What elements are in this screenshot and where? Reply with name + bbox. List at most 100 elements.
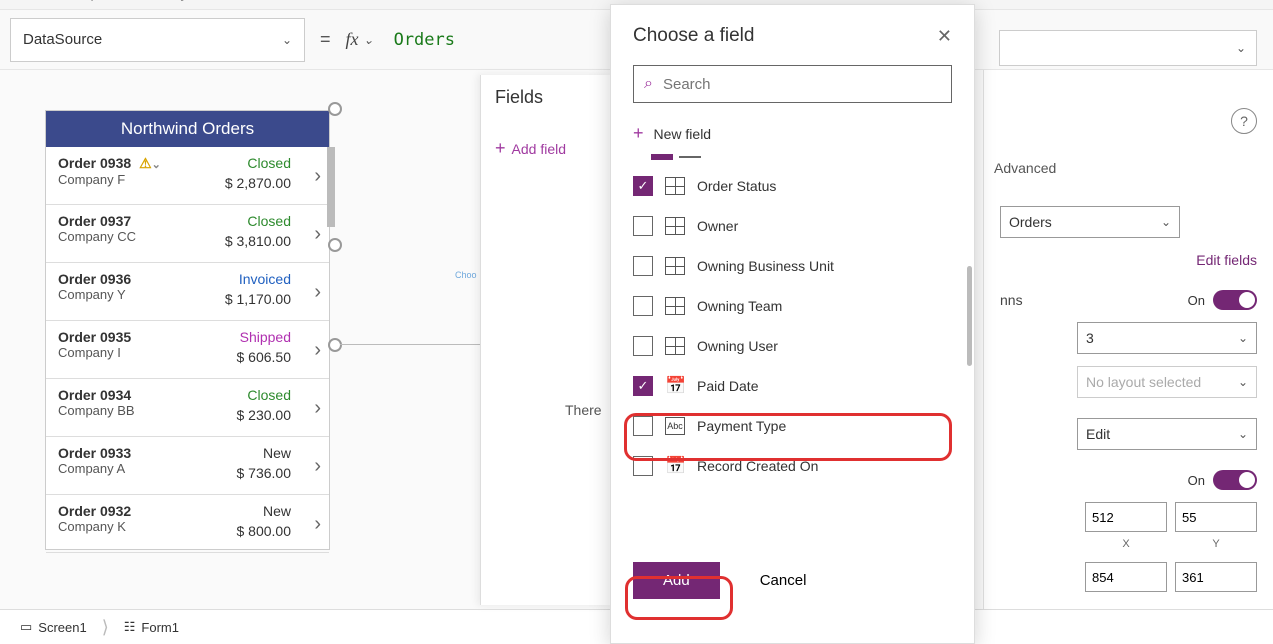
x-input[interactable] — [1085, 502, 1167, 532]
field-item[interactable]: ✓📅Paid Date — [633, 366, 964, 406]
edit-fields-link[interactable]: Edit fields — [984, 244, 1273, 276]
field-group-header — [611, 152, 974, 166]
plus-icon: + — [633, 123, 644, 144]
field-item[interactable]: AbcPayment Type — [633, 406, 964, 446]
datasource-select[interactable]: Orders ⌄ — [1000, 206, 1180, 238]
chevron-right-icon[interactable]: › — [314, 339, 321, 362]
x-label: X — [1085, 538, 1167, 550]
visible-toggle[interactable] — [1213, 470, 1257, 490]
order-row[interactable]: Order 0937Company CCClosed$ 3,810.00› — [46, 205, 329, 263]
field-type-icon: Abc — [665, 417, 685, 435]
breadcrumb-screen[interactable]: ▭ Screen1 — [10, 619, 97, 635]
order-row[interactable]: Order 0933Company ANew$ 736.00› — [46, 437, 329, 495]
order-amount: $ 230.00 — [237, 407, 292, 423]
ribbon-gallery[interactable]: Gallery ˅ — [143, 0, 201, 1]
choose-field-popup: Choose a field ✕ ⌕ + New field ✓ Order St… — [610, 4, 975, 644]
order-status: Closed — [247, 213, 291, 229]
snap-toggle[interactable] — [1213, 290, 1257, 310]
ribbon-text[interactable]: Text ˅ — [20, 0, 59, 1]
field-checkbox[interactable] — [633, 296, 653, 316]
fields-title: Fields — [495, 87, 596, 108]
chevron-right-icon[interactable]: › — [314, 223, 321, 246]
field-item[interactable]: Owning User — [633, 326, 964, 366]
scrollbar-thumb[interactable] — [967, 266, 972, 366]
columns-select[interactable]: 3 ⌄ — [1077, 322, 1257, 354]
close-icon[interactable]: ✕ — [937, 26, 952, 47]
field-checkbox[interactable] — [633, 256, 653, 276]
control-selector[interactable]: ⌄ — [999, 30, 1257, 66]
property-selector[interactable]: DataSource ⌄ — [10, 18, 305, 62]
chevron-right-icon[interactable]: › — [314, 165, 321, 188]
mode-select[interactable]: Edit ⌄ — [1077, 418, 1257, 450]
warning-icon: ⚠ — [139, 155, 152, 171]
field-type-icon — [665, 217, 685, 235]
fx-icon[interactable]: fx ⌄ — [346, 29, 374, 50]
new-field-button[interactable]: + New field — [611, 115, 974, 152]
search-input[interactable] — [663, 76, 941, 93]
order-row[interactable]: Order 0932Company KNew$ 800.00› — [46, 495, 329, 553]
selection-handle[interactable] — [328, 102, 342, 116]
add-field-button[interactable]: + Add field — [495, 138, 596, 159]
field-checkbox[interactable] — [633, 456, 653, 476]
cancel-button[interactable]: Cancel — [740, 562, 827, 599]
advanced-tab[interactable]: Advanced — [994, 160, 1056, 176]
height-input[interactable] — [1175, 562, 1257, 592]
selection-handle[interactable] — [328, 238, 342, 252]
chevron-right-icon[interactable]: › — [314, 513, 321, 536]
order-amount: $ 800.00 — [237, 523, 292, 539]
ribbon-datatable[interactable]: Data table — [221, 0, 285, 1]
order-gallery[interactable]: Order 0938 ⚠⌄Company FClosed$ 2,870.00›O… — [46, 147, 329, 553]
ribbon-charts[interactable]: Charts ˅ — [449, 0, 503, 1]
order-row[interactable]: Order 0935Company IShipped$ 606.50› — [46, 321, 329, 379]
app-preview: Northwind Orders Order 0938 ⚠⌄Company FC… — [45, 110, 330, 550]
order-amount: $ 606.50 — [237, 349, 292, 365]
help-icon[interactable]: ? — [1231, 108, 1257, 134]
field-item[interactable]: Owning Team — [633, 286, 964, 326]
empty-text-fragment: There — [565, 402, 602, 418]
scrollbar-thumb[interactable] — [327, 147, 335, 227]
field-label: Owning Business Unit — [697, 258, 834, 274]
field-type-icon — [665, 337, 685, 355]
field-item[interactable]: Owner — [633, 206, 964, 246]
y-input[interactable] — [1175, 502, 1257, 532]
formula-value[interactable]: Orders — [394, 30, 455, 50]
field-checkbox[interactable] — [633, 416, 653, 436]
field-label: Order Status — [697, 178, 776, 194]
property-name: DataSource — [23, 31, 102, 48]
add-button[interactable]: Add — [633, 562, 720, 599]
order-row[interactable]: Order 0936Company YInvoiced$ 1,170.00› — [46, 263, 329, 321]
field-checkbox[interactable]: ✓ — [633, 176, 653, 196]
chevron-right-icon[interactable]: › — [314, 397, 321, 420]
field-item[interactable]: 📅Record Created On — [633, 446, 964, 486]
selection-handle[interactable] — [328, 338, 342, 352]
search-box[interactable]: ⌕ — [633, 65, 952, 103]
field-label: Owner — [697, 218, 738, 234]
order-row[interactable]: Order 0934Company BBClosed$ 230.00› — [46, 379, 329, 437]
layout-select[interactable]: No layout selected ⌄ — [1077, 366, 1257, 398]
field-checkbox[interactable] — [633, 216, 653, 236]
ribbon-icons[interactable]: Icons ˅ — [523, 0, 570, 1]
field-label: Owning User — [697, 338, 778, 354]
popup-title: Choose a field — [633, 25, 754, 47]
breadcrumb-form[interactable]: ☷ Form1 — [114, 619, 189, 635]
field-checkbox[interactable]: ✓ — [633, 376, 653, 396]
width-input[interactable] — [1085, 562, 1167, 592]
field-list: ✓ Order Status Owner Owning Business Unit Ow… — [611, 166, 974, 546]
chevron-right-icon[interactable]: › — [314, 455, 321, 478]
ribbon-aibuilder[interactable]: AI Builder ˅ — [590, 0, 664, 1]
field-type-icon — [665, 257, 685, 275]
order-row[interactable]: Order 0938 ⚠⌄Company FClosed$ 2,870.00› — [46, 147, 329, 205]
form-icon: ☷ — [124, 619, 136, 635]
field-checkbox[interactable] — [633, 336, 653, 356]
columns-label-fragment: nns — [1000, 292, 1023, 308]
chevron-right-icon[interactable]: › — [314, 281, 321, 304]
equals-sign: = — [320, 29, 331, 50]
field-item[interactable]: ✓ Order Status — [633, 166, 964, 206]
ribbon-media[interactable]: Media ˅ — [377, 0, 428, 1]
order-amount: $ 736.00 — [237, 465, 292, 481]
order-status: New — [263, 503, 291, 519]
field-item[interactable]: Owning Business Unit — [633, 246, 964, 286]
ribbon-input[interactable]: Input ˅ — [79, 0, 123, 1]
screen-icon: ▭ — [20, 619, 32, 635]
ribbon-forms[interactable]: Forms ˅ — [305, 0, 358, 1]
